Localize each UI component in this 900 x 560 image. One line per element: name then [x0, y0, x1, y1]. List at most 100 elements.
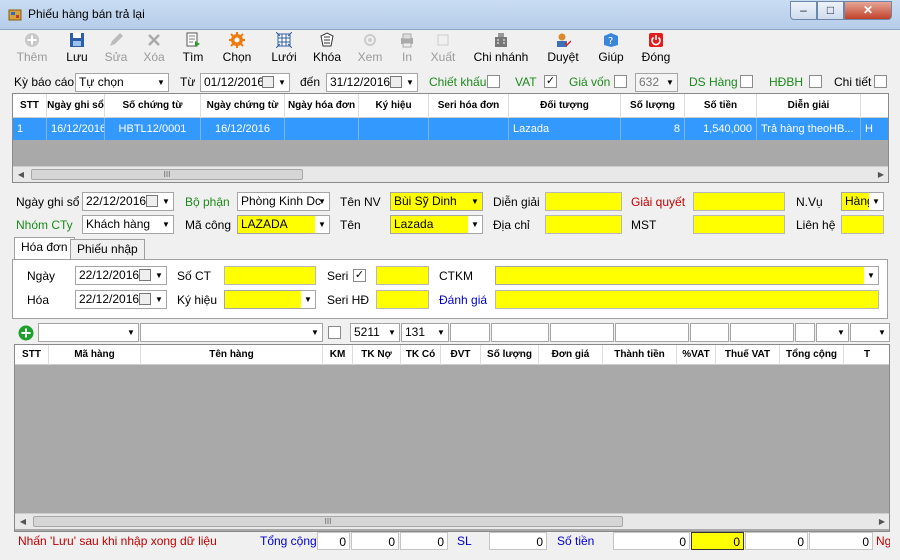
column-header[interactable]: %VAT [677, 345, 716, 365]
column-header[interactable]: Ngày chứng từ [201, 94, 285, 118]
toolbar-button-print[interactable]: In [393, 32, 421, 68]
extra-select[interactable]: ▼ [816, 323, 849, 342]
tab-invoice[interactable]: Hóa đơn [14, 237, 75, 260]
scroll-left-icon[interactable]: ◀ [15, 514, 31, 530]
scroll-right-icon[interactable]: ▶ [874, 514, 889, 530]
extra2-select[interactable]: ▼ [850, 323, 890, 342]
column-header[interactable]: Tên hàng [141, 345, 323, 365]
column-header[interactable]: T [844, 345, 889, 365]
scroll-right-icon[interactable]: ▶ [873, 167, 888, 182]
column-header[interactable]: STT [15, 345, 49, 365]
vat-percent-input[interactable] [690, 323, 729, 342]
column-header[interactable]: Seri hóa đơn [429, 94, 509, 118]
scroll-thumb[interactable]: III [33, 516, 623, 527]
horizontal-scrollbar[interactable]: ◀ III ▶ [15, 513, 889, 530]
total-input[interactable] [795, 323, 815, 342]
hdbh-checkbox[interactable] [809, 75, 822, 88]
serial-hd-input[interactable] [376, 290, 429, 309]
column-header[interactable]: Diễn giải [757, 94, 861, 118]
toolbar-button-help[interactable]: ? Giúp [594, 32, 628, 68]
column-header[interactable]: TK Có [401, 345, 441, 365]
group-select[interactable]: Khách hàng ▼ [82, 215, 174, 234]
serial-checkbox[interactable]: ✓ [353, 269, 366, 282]
cost-account-select[interactable]: 632 ▼ [635, 73, 678, 92]
toolbar-button-save[interactable]: Lưu [62, 32, 92, 68]
staff-select[interactable]: Bùi Sỹ Dinh ▼ [390, 192, 483, 211]
toolbar-button-add[interactable]: Thêm [16, 32, 48, 68]
column-header[interactable]: Thuế VAT [716, 345, 780, 365]
column-header[interactable]: Đơn giá [539, 345, 603, 365]
doc-number-input[interactable] [224, 266, 316, 285]
table-row[interactable]: 1 16/12/2016 HBTL12/0001 16/12/2016 Lazada 8 1… [13, 118, 888, 140]
posting-date-picker[interactable]: 22/12/2016 ▼ [82, 192, 174, 211]
resolve-input[interactable] [693, 192, 785, 211]
toolbar-button-find[interactable]: Tìm [178, 32, 208, 68]
promo-select[interactable]: ▼ [495, 266, 879, 285]
amount-input[interactable] [615, 323, 689, 342]
toolbar-button-edit[interactable]: Sửa [101, 32, 131, 68]
product-name-select[interactable]: ▼ [140, 323, 323, 342]
column-header[interactable]: ĐVT [441, 345, 481, 365]
column-header[interactable]: Số tiền [685, 94, 757, 118]
promo-row-checkbox[interactable] [328, 326, 341, 339]
discount-checkbox[interactable] [487, 75, 500, 88]
tax-code-input[interactable] [693, 215, 785, 234]
column-header[interactable]: Thành tiền [603, 345, 677, 365]
goods-list-checkbox[interactable] [740, 75, 753, 88]
close-button[interactable]: ✕ [844, 1, 892, 20]
scroll-left-icon[interactable]: ◀ [13, 167, 29, 182]
debit-account-select[interactable]: 5211 ▼ [350, 323, 400, 342]
period-select[interactable]: Tự chọn ▼ [75, 73, 169, 92]
toolbar-button-delete[interactable]: Xóa [139, 32, 169, 68]
add-row-icon[interactable] [18, 325, 34, 341]
detail-checkbox[interactable] [874, 75, 887, 88]
name-select[interactable]: Lazada ▼ [390, 215, 483, 234]
department-select[interactable]: Phòng Kinh Dc ▼ [237, 192, 330, 211]
toolbar-button-export[interactable]: Xuất [427, 32, 459, 68]
toolbar-button-lock[interactable]: Khóa [310, 32, 344, 68]
toolbar-button-power[interactable]: Đóng [637, 32, 675, 68]
from-date-picker[interactable]: 01/12/2016 ▼ [200, 73, 290, 92]
toolbar-button-approve[interactable]: Duyệt [544, 32, 582, 68]
column-header[interactable]: Ký hiệu [359, 94, 429, 118]
unit-input[interactable] [450, 323, 490, 342]
description-input[interactable] [545, 192, 622, 211]
column-header[interactable]: Tổng cộng [780, 345, 844, 365]
toolbar-button-view[interactable]: Xem [354, 32, 386, 68]
address-input[interactable] [545, 215, 622, 234]
column-header[interactable]: STT [13, 94, 47, 118]
product-code-select[interactable]: ▼ [38, 323, 139, 342]
column-header[interactable]: Số lượng [621, 94, 685, 118]
rating-input[interactable] [495, 290, 879, 309]
unit-price-input[interactable] [550, 323, 614, 342]
vat-amount-input[interactable] [730, 323, 794, 342]
tab-receipt[interactable]: Phiếu nhập [70, 239, 145, 259]
toolbar-button-gear[interactable]: Chọn [219, 32, 255, 68]
contact-input[interactable] [841, 215, 884, 234]
toolbar-button-branch[interactable]: Chi nhánh [472, 32, 530, 68]
operation-select[interactable]: Hàng ▼ [841, 192, 884, 211]
to-date-picker[interactable]: 31/12/2016 ▼ [326, 73, 418, 92]
minimize-button[interactable]: – [790, 1, 817, 20]
column-header[interactable]: Ngày hóa đơn [285, 94, 359, 118]
invoice-issue-date-picker[interactable]: 22/12/2016 ▼ [75, 290, 167, 309]
toolbar-button-grid[interactable]: Lưới [268, 32, 300, 68]
serial-input[interactable] [376, 266, 429, 285]
column-header[interactable]: Ngày ghi sổ [47, 94, 105, 118]
quantity-input[interactable] [491, 323, 549, 342]
maximize-button[interactable]: □ [817, 1, 844, 20]
company-code-select[interactable]: LAZADA ▼ [237, 215, 330, 234]
column-header[interactable]: Số lượng [481, 345, 539, 365]
column-header[interactable]: TK Nợ [353, 345, 401, 365]
invoice-date-picker[interactable]: 22/12/2016 ▼ [75, 266, 167, 285]
scroll-thumb[interactable]: III [31, 169, 303, 180]
credit-account-select[interactable]: 131 ▼ [401, 323, 449, 342]
column-header[interactable] [861, 94, 888, 118]
column-header[interactable]: Mã hàng [49, 345, 141, 365]
cost-checkbox[interactable] [614, 75, 627, 88]
vat-checkbox[interactable]: ✓ [544, 75, 557, 88]
symbol-select[interactable]: ▼ [224, 290, 316, 309]
column-header[interactable]: KM [323, 345, 353, 365]
horizontal-scrollbar[interactable]: ◀ III ▶ [13, 166, 888, 182]
column-header[interactable]: Đối tượng [509, 94, 621, 118]
